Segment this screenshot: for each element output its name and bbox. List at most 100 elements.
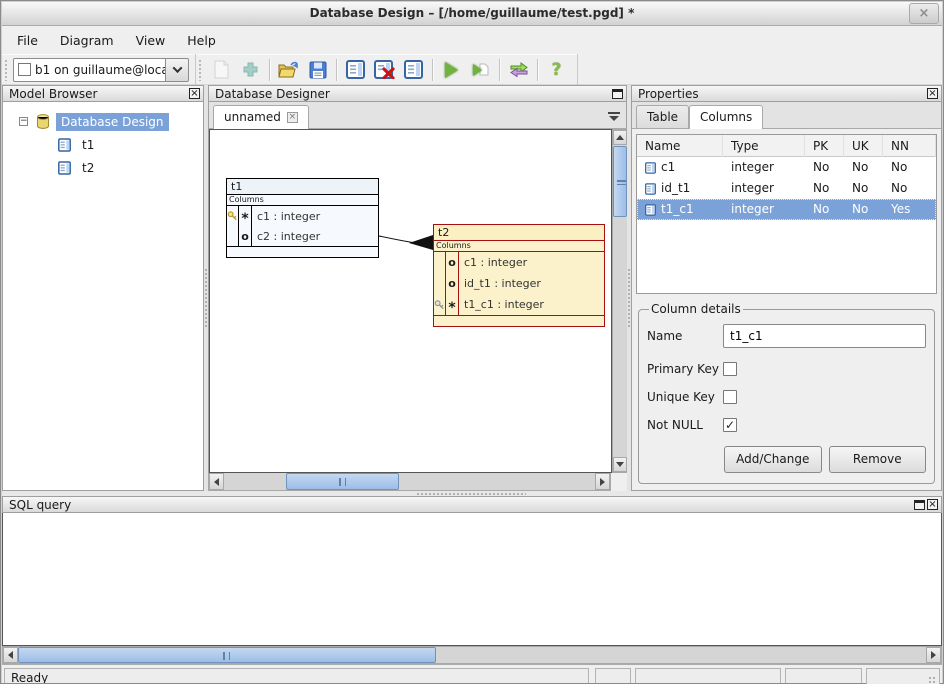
column-header-nn[interactable]: NN <box>883 135 936 157</box>
horizontal-scroll-thumb[interactable] <box>286 473 399 490</box>
entity-section-label: Columns <box>434 241 604 252</box>
database-icon <box>36 114 50 129</box>
vertical-splitter[interactable] <box>627 85 631 491</box>
tree-item-database-design[interactable]: − Database Design <box>3 110 203 133</box>
connection-dropdown-button[interactable] <box>165 58 189 82</box>
open-button[interactable] <box>275 57 302 83</box>
connection-entry[interactable]: b1 on guillaume@localh <box>13 58 165 82</box>
status-cell <box>785 668 862 684</box>
grid-row-c1[interactable]: c1 integer No No No <box>637 157 936 178</box>
primary-key-checkbox[interactable] <box>723 362 737 376</box>
horizontal-scroll-thumb[interactable] <box>18 647 436 663</box>
scroll-left-button[interactable] <box>209 473 224 490</box>
remove-button[interactable]: Remove <box>829 446 927 473</box>
toolbar: b1 on guillaume@localh <box>2 54 942 85</box>
close-icon[interactable]: × <box>189 88 200 99</box>
tree-item-label[interactable]: t1 <box>77 136 99 154</box>
diagram-canvas[interactable]: t1 Columns * c1 : integer <box>209 129 612 473</box>
statusbar: Ready <box>2 664 942 684</box>
tab-label: unnamed <box>224 110 281 124</box>
entity-t2[interactable]: t2 Columns o c1 : integer o id_t1 : inte… <box>433 224 605 327</box>
delete-table-button[interactable] <box>371 57 398 83</box>
save-floppy-icon <box>309 61 327 79</box>
add-change-button[interactable]: Add/Change <box>724 446 822 473</box>
arrow-left-icon <box>214 478 219 486</box>
add-button[interactable] <box>237 57 264 83</box>
open-folder-icon <box>278 61 299 79</box>
grid-row-id_t1[interactable]: id_t1 integer No No No <box>637 178 936 199</box>
sql-query-editor[interactable] <box>2 513 942 646</box>
collapse-icon[interactable]: − <box>19 117 28 126</box>
tab-close-icon[interactable]: × <box>287 112 298 123</box>
scroll-right-button[interactable] <box>926 647 941 663</box>
menu-view[interactable]: View <box>125 29 177 52</box>
tree-item-label[interactable]: Database Design <box>56 113 169 131</box>
new-document-button[interactable] <box>208 57 235 83</box>
sync-button[interactable] <box>505 57 532 83</box>
connection-checkbox[interactable] <box>18 63 31 76</box>
canvas-vertical-scrollbar[interactable] <box>612 129 628 473</box>
unique-key-checkbox[interactable] <box>723 390 737 404</box>
grid-row-t1_c1[interactable]: t1_c1 integer No No Yes <box>637 199 936 220</box>
horizontal-splitter[interactable] <box>2 491 942 496</box>
menu-diagram[interactable]: Diagram <box>49 29 125 52</box>
not-null-checkbox[interactable]: ✓ <box>723 418 737 432</box>
help-button[interactable]: ? <box>543 57 570 83</box>
column-header-type[interactable]: Type <box>723 135 805 157</box>
properties-body: Table Columns Name Type PK UK NN <box>631 102 942 491</box>
tab-list-icon <box>608 112 620 114</box>
menu-help[interactable]: Help <box>176 29 227 52</box>
tree-item-t1[interactable]: t1 <box>3 133 203 156</box>
scroll-left-button[interactable] <box>3 647 18 663</box>
canvas-horizontal-scrollbar[interactable] <box>208 473 611 491</box>
tree-item-t2[interactable]: t2 <box>3 156 203 179</box>
status-message: Ready <box>4 668 589 684</box>
application-window: Database Design – [/home/guillaume/test.… <box>0 0 944 684</box>
edit-table-button[interactable] <box>400 57 427 83</box>
column-name-input[interactable] <box>723 324 926 348</box>
scroll-up-button[interactable] <box>613 130 627 145</box>
titlebar: Database Design – [/home/guillaume/test.… <box>2 2 942 26</box>
tab-columns[interactable]: Columns <box>689 105 763 129</box>
table-icon <box>58 138 71 152</box>
toolbar-drag-handle[interactable] <box>198 59 203 81</box>
column-header-pk[interactable]: PK <box>805 135 844 157</box>
run-script-button[interactable] <box>467 57 494 83</box>
close-icon[interactable]: × <box>927 499 938 510</box>
name-label: Name <box>647 329 723 343</box>
column-header-name[interactable]: Name <box>637 135 723 157</box>
foreign-key-icon <box>434 299 445 311</box>
scroll-down-button[interactable] <box>613 457 627 472</box>
tab-list-button[interactable] <box>608 112 620 121</box>
notnull-flag: * <box>446 294 459 315</box>
menu-file[interactable]: File <box>6 29 49 52</box>
connection-combobox[interactable]: b1 on guillaume@localh <box>13 58 189 82</box>
vertical-splitter[interactable] <box>204 85 208 491</box>
scroll-right-button[interactable] <box>595 473 610 490</box>
close-icon[interactable]: × <box>927 88 938 99</box>
detach-icon[interactable] <box>612 89 623 99</box>
vertical-scroll-thumb[interactable] <box>613 146 627 217</box>
save-button[interactable] <box>304 57 331 83</box>
tree-item-label[interactable]: t2 <box>77 159 99 177</box>
status-cell <box>866 668 940 684</box>
window-close-button[interactable]: × <box>909 3 939 24</box>
grid-header-row: Name Type PK UK NN <box>637 135 936 157</box>
resize-grip[interactable] <box>928 676 937 684</box>
toolbar-drag-handle[interactable] <box>4 59 9 81</box>
connection-value: b1 on guillaume@localh <box>35 63 165 77</box>
add-table-button[interactable] <box>342 57 369 83</box>
sql-horizontal-scrollbar[interactable] <box>2 646 942 664</box>
properties-title: Properties <box>638 87 699 101</box>
tab-unnamed[interactable]: unnamed × <box>213 105 309 129</box>
entity-t1[interactable]: t1 Columns * c1 : integer <box>226 178 379 258</box>
tab-table[interactable]: Table <box>636 105 689 128</box>
properties-header: Properties × <box>631 85 942 102</box>
detach-icon[interactable] <box>914 500 925 510</box>
run-button[interactable] <box>438 57 465 83</box>
main-area: Model Browser × − Database Design <box>2 85 942 491</box>
column-header-uk[interactable]: UK <box>844 135 883 157</box>
cell-nn: Yes <box>883 199 936 220</box>
actions-toolbar-group: ? <box>196 54 578 85</box>
toolbar-separator <box>269 59 270 81</box>
